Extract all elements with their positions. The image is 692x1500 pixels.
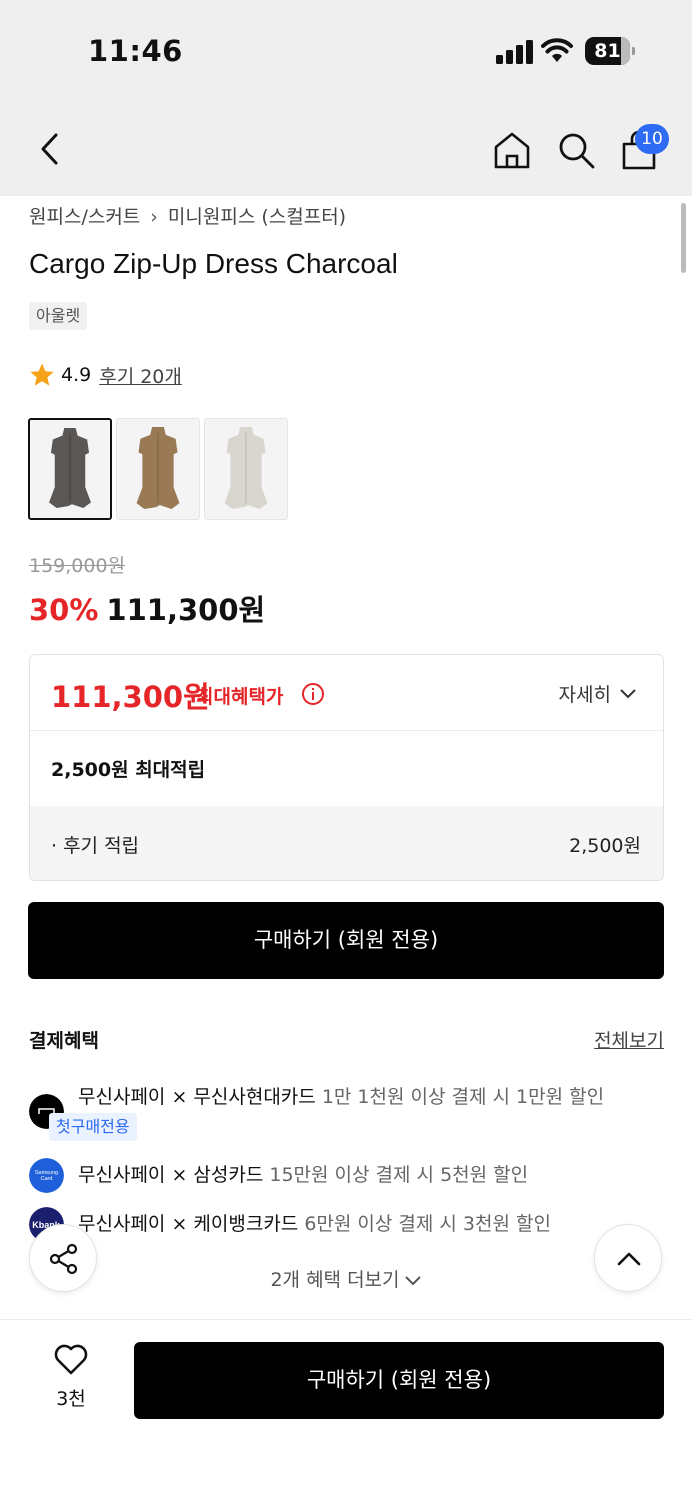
color-option-grey[interactable] xyxy=(204,418,288,520)
max-benefit-label: 최대혜택가 xyxy=(196,686,284,708)
chevron-down-icon xyxy=(620,688,636,698)
status-time: 11:46 xyxy=(88,34,183,68)
max-points: 2,500원 최대적립 xyxy=(51,759,206,781)
product-title: Cargo Zip-Up Dress Charcoal xyxy=(29,248,398,279)
sale-price: 111,300원 xyxy=(106,593,266,627)
review-points-label: · 후기 적립 xyxy=(51,835,140,857)
chevron-up-icon xyxy=(617,1252,641,1266)
back-icon[interactable] xyxy=(34,131,66,167)
bottom-buy-button[interactable]: 구매하기 (회원 전용) xyxy=(134,1342,664,1419)
top-navigation xyxy=(0,100,692,196)
max-benefit-header: 111,300원 최대혜택가 자세히 xyxy=(30,655,663,731)
like-count: 3천 xyxy=(56,1388,86,1410)
original-price: 159,000원 xyxy=(29,555,126,577)
benefit-detail-toggle[interactable]: 자세히 xyxy=(559,680,637,707)
payment-card-name: 무신사페이 × 삼성카드 xyxy=(78,1164,264,1186)
scrollbar[interactable] xyxy=(681,203,686,273)
star-icon xyxy=(30,363,54,386)
battery-icon: 81 xyxy=(585,37,635,65)
payment-card-desc: 6만원 이상 결제 시 3천원 할인 xyxy=(304,1213,551,1235)
color-option-charcoal[interactable] xyxy=(28,418,112,520)
dress-thumbnail xyxy=(30,420,110,518)
share-icon xyxy=(49,1243,78,1275)
payment-benefits-title: 결제혜택 xyxy=(29,1030,99,1052)
samsung-card-logo-icon: Samsung Card xyxy=(29,1158,64,1193)
chevron-right-icon: › xyxy=(150,206,158,228)
review-points-value: 2,500원 xyxy=(569,835,641,857)
discount-rate: 30% xyxy=(29,593,99,627)
max-benefit-box: 111,300원 최대혜택가 자세히 2,500원 최대적립 · 후기 적립 2… xyxy=(29,654,664,881)
more-benefits-toggle[interactable]: 2개 혜택 더보기 xyxy=(0,1265,692,1292)
buy-button[interactable]: 구매하기 (회원 전용) xyxy=(28,902,664,979)
payment-benefit-item[interactable]: Kbank 무신사페이 × 케이뱅크카드 6만원 이상 결제 시 3천원 할인 xyxy=(29,1207,669,1247)
review-points-row: · 후기 적립 2,500원 xyxy=(30,806,663,880)
breadcrumb-category[interactable]: 원피스/스커트 xyxy=(29,206,140,228)
rating-score: 4.9 xyxy=(61,364,92,386)
max-benefit-price: 111,300원 xyxy=(51,680,210,714)
share-button[interactable] xyxy=(29,1224,97,1292)
more-benefits-label: 2개 혜택 더보기 xyxy=(270,1269,400,1291)
chevron-down-icon xyxy=(404,1275,421,1285)
dress-thumbnail xyxy=(205,419,287,519)
cart-count-badge: 10 xyxy=(635,124,669,154)
svg-text:Card: Card xyxy=(41,1176,53,1182)
info-icon[interactable] xyxy=(301,682,325,706)
battery-level: 81 xyxy=(594,40,621,62)
view-all-link[interactable]: 전체보기 xyxy=(594,1026,664,1053)
signal-icon xyxy=(496,40,533,64)
status-bar: 11:46 81 xyxy=(0,0,692,100)
payment-card-desc: 1만 1천원 이상 결제 시 1만원 할인 xyxy=(321,1086,605,1108)
payment-card-name: 무신사페이 × 케이뱅크카드 xyxy=(78,1213,299,1235)
breadcrumb: 원피스/스커트 › 미니원피스 (스컬프터) xyxy=(29,202,346,229)
payment-card-name: 무신사페이 × 무신사현대카드 xyxy=(78,1086,316,1108)
breadcrumb-subcategory[interactable]: 미니원피스 (스컬프터) xyxy=(168,206,346,228)
color-option-khaki[interactable] xyxy=(116,418,200,520)
payment-card-desc: 15만원 이상 결제 시 5천원 할인 xyxy=(269,1164,529,1186)
payment-benefit-item[interactable]: Samsung Card 무신사페이 × 삼성카드 15만원 이상 결제 시 5… xyxy=(29,1158,669,1198)
search-icon[interactable] xyxy=(556,130,596,170)
heart-icon xyxy=(54,1344,88,1375)
wifi-icon xyxy=(541,38,573,62)
first-purchase-chip: 첫구매전용 xyxy=(49,1113,137,1141)
outlet-tag: 아울렛 xyxy=(29,302,88,330)
scroll-top-button[interactable] xyxy=(594,1224,662,1292)
dress-thumbnail xyxy=(117,419,199,519)
sale-price-row: 30% 111,300원 xyxy=(29,587,265,629)
benefit-detail-label: 자세히 xyxy=(558,684,611,706)
like-button[interactable]: 3천 xyxy=(42,1344,100,1414)
reviews-link[interactable]: 후기 20개 xyxy=(99,362,182,389)
bottom-action-bar: 3천 구매하기 (회원 전용) xyxy=(0,1319,692,1500)
rating-row: 4.9 후기 20개 xyxy=(29,360,182,390)
home-icon[interactable] xyxy=(492,130,532,170)
